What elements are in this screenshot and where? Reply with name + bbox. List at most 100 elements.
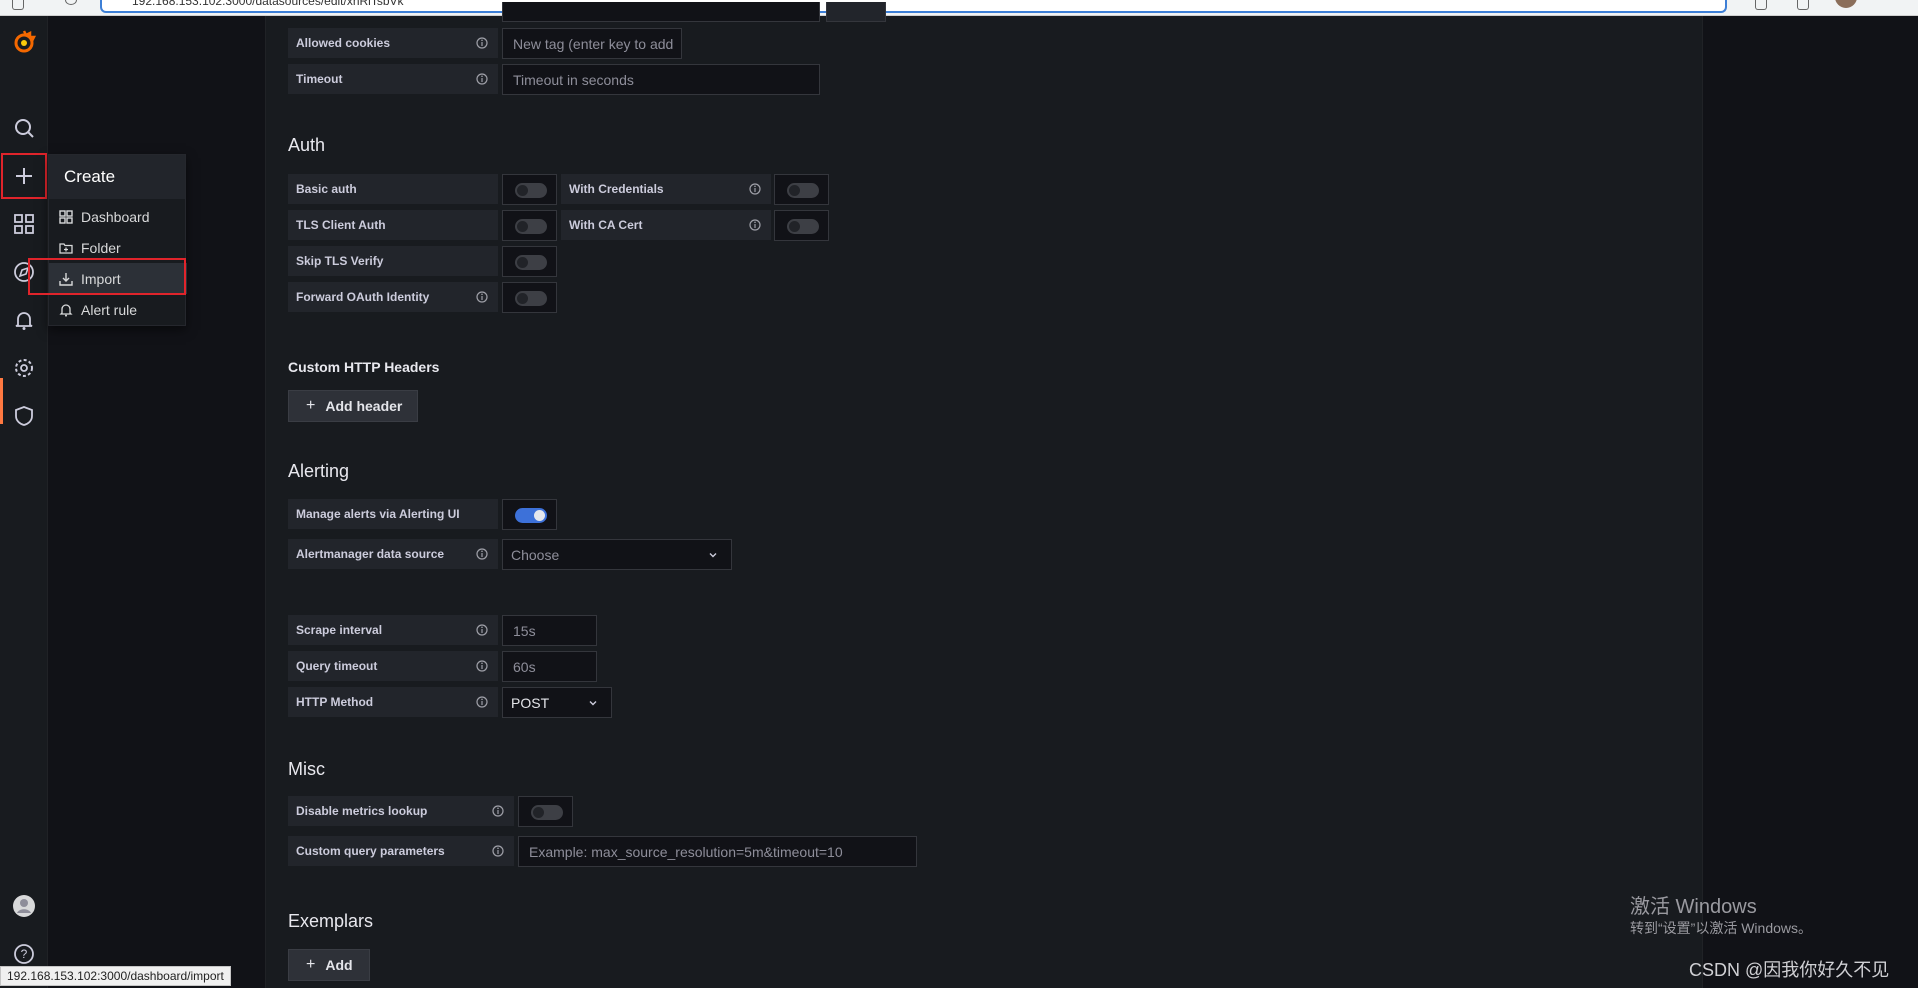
address-bar-url: 192.168.153.102:3000/datasources/edit/xh… — [132, 0, 404, 8]
help-icon[interactable]: ? — [10, 940, 38, 968]
active-indicator — [0, 378, 3, 424]
disable-metrics-lookup-label: Disable metrics lookup — [288, 796, 514, 826]
shield-icon[interactable] — [10, 402, 38, 430]
info-icon[interactable] — [476, 291, 488, 303]
menu-item-alert-rule[interactable]: Alert rule — [49, 294, 187, 325]
apps-icon — [59, 209, 73, 224]
cut-off-input[interactable] — [502, 2, 820, 22]
info-icon[interactable] — [476, 660, 488, 672]
scrape-interval-label: Scrape interval — [288, 615, 498, 645]
extensions-icon[interactable] — [1755, 0, 1767, 10]
search-icon[interactable] — [10, 114, 38, 142]
allowed-cookies-label: Allowed cookies — [288, 28, 498, 58]
manage-alerts-toggle[interactable] — [502, 499, 557, 530]
bell-icon[interactable] — [10, 306, 38, 334]
address-bar[interactable]: 192.168.153.102:3000/datasources/edit/xh… — [100, 0, 1727, 13]
label-text: Manage alerts via Alerting UI — [296, 507, 460, 521]
http-method-label: HTTP Method — [288, 687, 498, 717]
select-value: Choose — [511, 546, 560, 563]
label-text: Disable metrics lookup — [296, 804, 428, 818]
with-credentials-label: With Credentials — [561, 174, 771, 204]
label-text: Skip TLS Verify — [296, 254, 384, 268]
dashboards-icon[interactable] — [10, 210, 38, 238]
custom-query-params-label: Custom query parameters — [288, 836, 514, 866]
misc-title: Misc — [288, 759, 325, 779]
csdn-watermark: CSDN @因我你好久不见 — [1689, 960, 1890, 980]
info-icon[interactable] — [492, 845, 504, 857]
folder-plus-icon — [59, 242, 73, 254]
info-icon[interactable] — [492, 805, 504, 817]
label-text: Query timeout — [296, 659, 378, 673]
timeout-label: Timeout — [288, 64, 498, 94]
disable-metrics-lookup-toggle[interactable] — [518, 796, 573, 827]
gear-icon[interactable] — [10, 354, 38, 382]
manage-alerts-label: Manage alerts via Alerting UI — [288, 499, 498, 529]
info-icon[interactable] — [749, 219, 761, 231]
highlight-plus — [1, 153, 47, 199]
browser-avatar[interactable] — [1835, 0, 1857, 8]
skip-tls-verify-toggle[interactable] — [502, 246, 557, 277]
menu-item-label: Dashboard — [81, 208, 150, 225]
label-text: Allowed cookies — [296, 36, 391, 50]
label-text: With CA Cert — [569, 218, 643, 232]
menu-item-dashboard[interactable]: Dashboard — [49, 201, 187, 232]
auth-title: Auth — [288, 135, 326, 155]
reload-icon[interactable] — [65, 0, 77, 5]
query-timeout-input[interactable]: 60s — [502, 651, 597, 682]
placeholder: New tag (enter key to add — [513, 35, 674, 52]
tls-client-auth-toggle[interactable] — [502, 210, 557, 241]
status-bar-url: 192.168.153.102:3000/dashboard/import — [0, 966, 231, 986]
menu-item-label: Alert rule — [81, 301, 138, 318]
with-ca-cert-toggle[interactable] — [774, 210, 829, 241]
cut-off-button[interactable] — [826, 2, 886, 22]
scrape-interval-input[interactable]: 15s — [502, 615, 597, 646]
chevron-down-icon — [589, 701, 597, 706]
grafana-logo-icon[interactable] — [10, 28, 38, 56]
forward-oauth-toggle[interactable] — [502, 282, 557, 313]
bell-icon — [59, 303, 73, 317]
browser-toolbar: 192.168.153.102:3000/datasources/edit/xh… — [0, 0, 1918, 16]
label-text: HTTP Method — [296, 695, 374, 709]
info-icon[interactable] — [476, 696, 488, 708]
alertmanager-label: Alertmanager data source — [288, 539, 498, 569]
placeholder: 60s — [513, 658, 536, 675]
info-icon[interactable] — [476, 37, 488, 49]
http-method-select[interactable]: POST — [502, 687, 612, 718]
label-text: Custom query parameters — [296, 844, 445, 858]
basic-auth-toggle[interactable] — [502, 174, 557, 205]
profile-tab-icon[interactable] — [1797, 0, 1809, 10]
label-text: Scrape interval — [296, 623, 383, 637]
forward-oauth-label: Forward OAuth Identity — [288, 282, 498, 312]
label-text: Alertmanager data source — [296, 547, 445, 561]
basic-auth-label: Basic auth — [288, 174, 498, 204]
back-icon[interactable] — [12, 0, 24, 10]
windows-activation-title: 激活 Windows — [1630, 896, 1757, 918]
add-header-button[interactable]: + Add header — [288, 390, 418, 422]
info-icon[interactable] — [476, 548, 488, 560]
query-timeout-label: Query timeout — [288, 651, 498, 681]
custom-query-params-input[interactable]: Example: max_source_resolution=5m&timeou… — [518, 836, 917, 867]
info-icon[interactable] — [749, 183, 761, 195]
exemplars-title: Exemplars — [288, 911, 374, 931]
user-avatar-icon[interactable] — [10, 892, 38, 920]
create-menu: Create Dashboard Folder Import Alert rul… — [48, 154, 187, 326]
label-text: TLS Client Auth — [296, 218, 386, 232]
tls-client-auth-label: TLS Client Auth — [288, 210, 498, 240]
info-icon[interactable] — [476, 73, 488, 85]
highlight-import — [28, 258, 186, 295]
placeholder: Timeout in seconds — [513, 71, 634, 88]
windows-activation-subtitle: 转到“设置”以激活 Windows。 — [1630, 920, 1813, 936]
alertmanager-select[interactable]: Choose — [502, 539, 732, 570]
with-credentials-toggle[interactable] — [774, 174, 829, 205]
with-ca-cert-label: With CA Cert — [561, 210, 771, 240]
select-value: POST — [511, 694, 550, 711]
label-text: Basic auth — [296, 182, 357, 196]
allowed-cookies-input[interactable]: New tag (enter key to add — [502, 28, 682, 59]
timeout-input[interactable]: Timeout in seconds — [502, 64, 820, 95]
add-exemplar-button[interactable]: + Add — [288, 949, 370, 981]
alerting-title: Alerting — [288, 461, 350, 481]
plus-icon: + — [306, 956, 316, 973]
placeholder: Example: max_source_resolution=5m&timeou… — [529, 843, 843, 860]
button-label: Add — [325, 957, 353, 973]
info-icon[interactable] — [476, 624, 488, 636]
